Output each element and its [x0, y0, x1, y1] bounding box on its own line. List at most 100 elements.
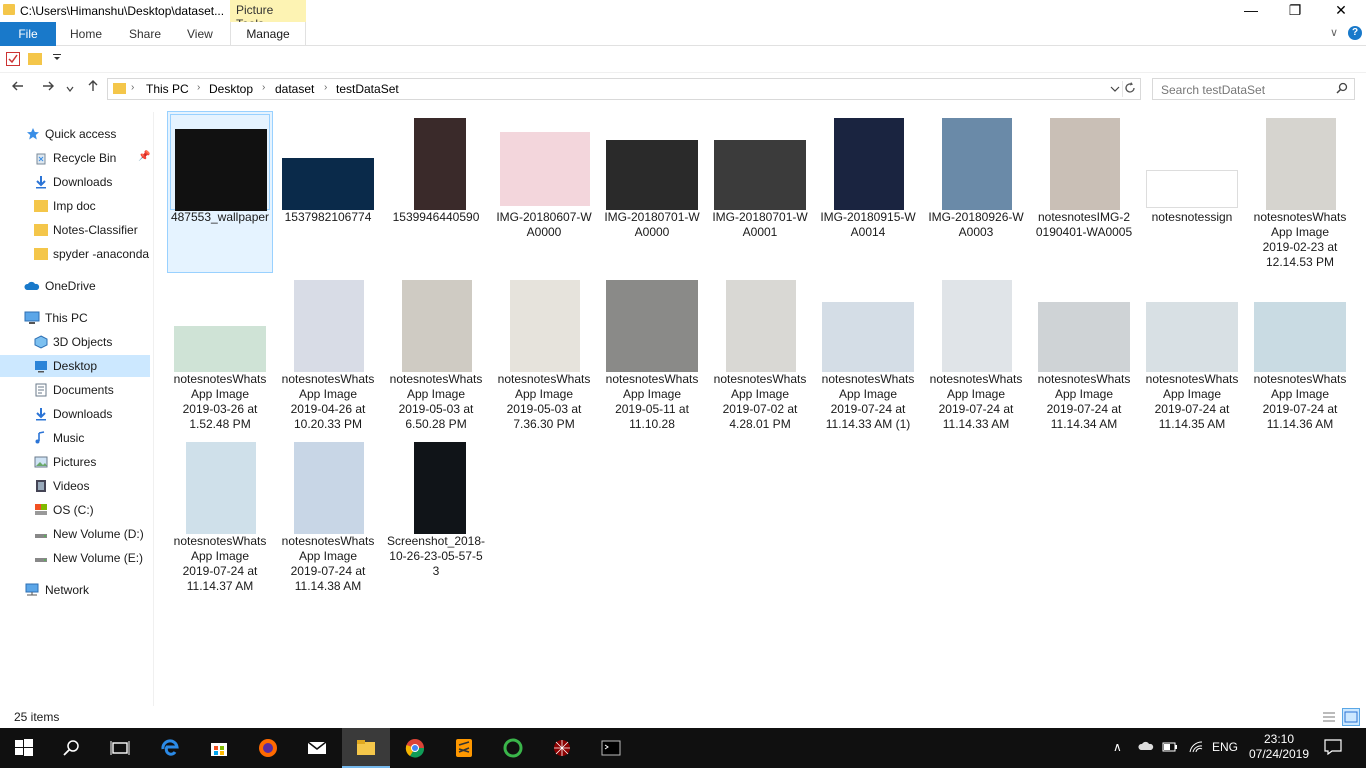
sidebar-item-desktop[interactable]: Desktop — [0, 355, 150, 377]
sublime-text-button[interactable] — [440, 728, 488, 768]
file-explorer-button[interactable] — [342, 728, 390, 768]
file-tile[interactable]: notesnotesWhats App Image 2019-05-03 at … — [384, 274, 488, 434]
breadcrumb-separator-icon[interactable]: › — [262, 82, 265, 93]
sidebar-item-notes-classifier[interactable]: Notes-Classifier — [0, 219, 150, 241]
file-tile[interactable]: IMG-20180701-W A0000 — [600, 112, 704, 272]
details-view-icon[interactable] — [1320, 708, 1338, 726]
sidebar-item-onedrive[interactable]: OneDrive — [0, 275, 150, 297]
large-icons-view-icon[interactable] — [1342, 708, 1360, 726]
address-bar[interactable]: › This PC › Desktop › dataset › testData… — [107, 78, 1141, 100]
sidebar-item-documents[interactable]: Documents — [0, 379, 150, 401]
file-tile[interactable]: 1539946440590 — [384, 112, 488, 272]
search-icon[interactable] — [1336, 82, 1348, 97]
sidebar-item-this-pc[interactable]: This PC — [0, 307, 150, 329]
breadcrumb-this-pc[interactable]: This PC — [146, 82, 189, 96]
refresh-icon[interactable] — [1122, 81, 1138, 97]
file-tile[interactable]: notesnotesWhats App Image 2019-07-24 at … — [816, 274, 920, 434]
file-tile[interactable]: notesnotesWhats App Image 2019-07-24 at … — [1248, 274, 1352, 434]
address-dropdown-icon[interactable] — [1110, 83, 1120, 97]
image-thumbnail — [1146, 170, 1238, 208]
sidebar-item-downloads-pc[interactable]: Downloads — [0, 403, 150, 425]
breadcrumb-separator-icon[interactable]: › — [197, 82, 200, 93]
file-tile[interactable]: 1537982106774 — [276, 112, 380, 272]
file-tile[interactable]: IMG-20180915-W A0014 — [816, 112, 920, 272]
breadcrumb-separator-icon[interactable]: › — [324, 82, 327, 93]
help-icon[interactable]: ? — [1348, 26, 1362, 40]
onedrive-tray-icon[interactable] — [1138, 740, 1154, 780]
recent-locations-icon[interactable] — [62, 78, 78, 100]
breadcrumb-desktop[interactable]: Desktop — [209, 82, 253, 96]
pin-icon[interactable]: 📌 — [138, 151, 150, 162]
sidebar-item-os-c[interactable]: OS (C:) — [0, 499, 150, 521]
maximize-button[interactable]: ❐ — [1272, 0, 1318, 22]
sidebar-item-imp-doc[interactable]: Imp doc — [0, 195, 150, 217]
spyder-button[interactable] — [538, 728, 586, 768]
wifi-icon[interactable] — [1188, 740, 1204, 780]
file-tile[interactable]: notesnotesWhats App Image 2019-05-03 at … — [492, 274, 596, 434]
sidebar-item-videos[interactable]: Videos — [0, 475, 150, 497]
back-button[interactable] — [7, 78, 29, 100]
breadcrumb-dataset[interactable]: dataset — [275, 82, 314, 96]
mail-button[interactable] — [293, 728, 341, 768]
show-hidden-icons[interactable]: ∧ — [1113, 740, 1122, 780]
battery-icon[interactable] — [1162, 741, 1178, 781]
file-tile[interactable]: notesnotesWhats App Image 2019-07-24 at … — [276, 436, 380, 596]
file-tile[interactable]: Screenshot_2018- 10-26-23-05-57-5 3 — [384, 436, 488, 596]
file-tile[interactable]: notesnotesWhats App Image 2019-03-26 at … — [168, 274, 272, 434]
sidebar-item-downloads[interactable]: Downloads — [0, 171, 150, 193]
anaconda-button[interactable] — [489, 728, 537, 768]
store-button[interactable] — [195, 728, 243, 768]
task-view-button[interactable] — [96, 728, 144, 768]
sidebar-item-music[interactable]: Music — [0, 427, 150, 449]
chrome-button[interactable] — [391, 728, 439, 768]
picture-tools-context-tab[interactable]: Picture Tools — [230, 0, 306, 31]
firefox-button[interactable] — [244, 728, 292, 768]
language-indicator[interactable]: ENG — [1212, 740, 1238, 780]
sidebar-item-spyder-anaconda[interactable]: spyder -anaconda — [0, 243, 150, 265]
tab-file[interactable]: File — [0, 22, 56, 46]
command-prompt-button[interactable] — [587, 728, 635, 768]
file-tile[interactable]: notesnotesWhats App Image 2019-07-24 at … — [1032, 274, 1136, 434]
file-tile[interactable]: notesnotesIMG-2 0190401-WA0005 — [1032, 112, 1136, 272]
search-button[interactable] — [48, 728, 96, 768]
notification-icon[interactable] — [1324, 739, 1342, 779]
new-folder-icon[interactable] — [28, 53, 42, 65]
file-tile[interactable]: IMG-20180926-W A0003 — [924, 112, 1028, 272]
file-tile[interactable]: IMG-20180607-W A0000 — [492, 112, 596, 272]
search-input[interactable]: Search testDataSet — [1161, 83, 1265, 97]
properties-icon[interactable] — [6, 52, 20, 66]
file-tile[interactable]: notesnotesWhats App Image 2019-07-24 at … — [1140, 274, 1244, 434]
minimize-button[interactable]: — — [1228, 0, 1274, 22]
file-tile[interactable]: notesnotesWhats App Image 2019-02-23 at … — [1248, 112, 1352, 272]
file-tile[interactable]: notesnotessign — [1140, 112, 1244, 272]
tab-view[interactable]: View — [187, 22, 213, 46]
forward-button[interactable] — [37, 78, 59, 100]
sidebar-item-recycle-bin[interactable]: Recycle Bin 📌 — [0, 147, 150, 169]
file-tile[interactable]: notesnotesWhats App Image 2019-04-26 at … — [276, 274, 380, 434]
tab-manage[interactable]: Manage — [230, 22, 306, 46]
search-box[interactable]: Search testDataSet — [1152, 78, 1355, 100]
breadcrumb-testdataset[interactable]: testDataSet — [336, 82, 399, 96]
sidebar-item-new-volume-e[interactable]: New Volume (E:) — [0, 547, 150, 569]
clock[interactable]: 23:10 07/24/2019 — [1244, 732, 1314, 762]
file-tile[interactable]: notesnotesWhats App Image 2019-07-24 at … — [924, 274, 1028, 434]
expand-ribbon-icon[interactable]: ∨ — [1330, 26, 1338, 39]
sidebar-item-3d-objects[interactable]: 3D Objects — [0, 331, 150, 353]
file-tile[interactable]: IMG-20180701-W A0001 — [708, 112, 812, 272]
edge-button[interactable] — [146, 728, 194, 768]
start-button[interactable] — [0, 728, 48, 768]
breadcrumb-separator-icon[interactable]: › — [131, 82, 134, 93]
file-tile[interactable]: notesnotesWhats App Image 2019-07-24 at … — [168, 436, 272, 596]
up-button[interactable] — [82, 78, 104, 100]
close-button[interactable]: ✕ — [1318, 0, 1364, 22]
file-tile[interactable]: notesnotesWhats App Image 2019-05-11 at … — [600, 274, 704, 434]
sidebar-item-network[interactable]: Network — [0, 579, 150, 601]
sidebar-item-quick-access[interactable]: Quick access — [0, 123, 150, 145]
file-tile[interactable]: 487553_wallpaper — [167, 111, 273, 273]
file-tile[interactable]: notesnotesWhats App Image 2019-07-02 at … — [708, 274, 812, 434]
customize-qat-icon[interactable] — [52, 52, 66, 66]
sidebar-item-pictures[interactable]: Pictures — [0, 451, 150, 473]
tab-home[interactable]: Home — [70, 22, 102, 46]
tab-share[interactable]: Share — [129, 22, 161, 46]
sidebar-item-new-volume-d[interactable]: New Volume (D:) — [0, 523, 150, 545]
